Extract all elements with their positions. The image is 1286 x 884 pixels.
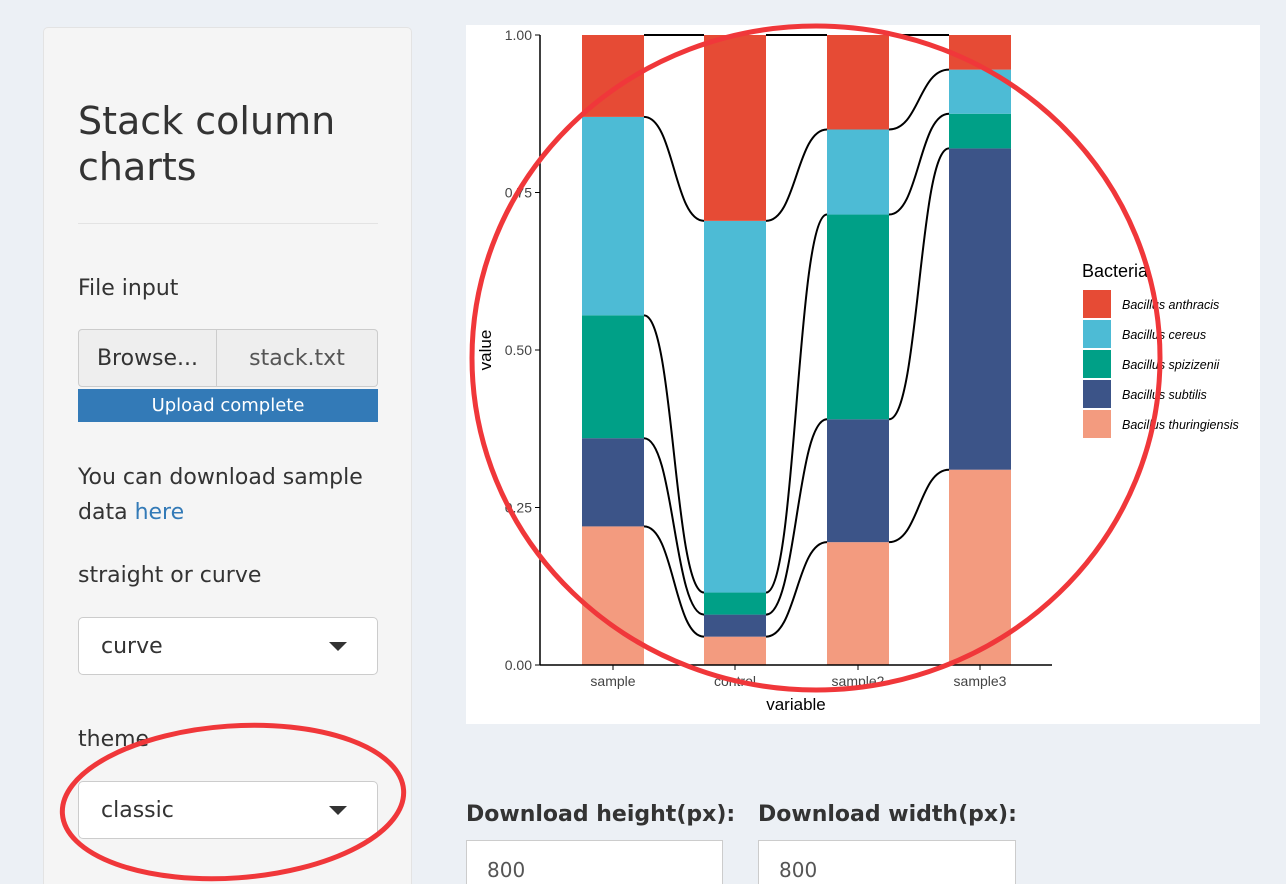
theme-select[interactable]: classic xyxy=(78,781,378,839)
file-name-field[interactable]: stack.txt xyxy=(217,329,378,387)
legend-label: Bacillus cereus xyxy=(1122,328,1206,342)
app-title: Stack column charts xyxy=(78,99,336,189)
theme-select-label: theme xyxy=(78,727,150,752)
divider xyxy=(78,223,378,224)
y-axis-title: value xyxy=(476,330,495,371)
download-height-label: Download height(px): xyxy=(466,802,736,827)
style-select[interactable]: curve xyxy=(78,617,378,675)
x-tick-label: sample xyxy=(590,673,635,689)
download-description: You can download sample data here xyxy=(78,460,378,530)
bar-segment xyxy=(582,438,644,527)
bar-segment xyxy=(827,129,889,215)
legend-label: Bacillus spizizenii xyxy=(1122,358,1220,372)
connector-curve xyxy=(888,468,950,544)
y-tick-label: 0.50 xyxy=(505,342,532,358)
connector-curve xyxy=(888,147,950,421)
bar-segment xyxy=(949,69,1011,114)
bar-segment xyxy=(582,116,644,316)
connector-curve xyxy=(765,418,828,616)
bar-segment xyxy=(949,113,1011,149)
legend-swatch xyxy=(1083,350,1111,378)
bar-segment xyxy=(827,214,889,420)
bar-segment xyxy=(704,220,766,593)
connector-curve xyxy=(643,437,705,616)
bar-segment xyxy=(582,35,644,117)
y-tick-label: 0.00 xyxy=(505,657,532,673)
file-input-label: File input xyxy=(78,276,179,301)
bar-segment xyxy=(704,592,766,615)
x-tick-label: sample3 xyxy=(954,673,1007,689)
bar-segment xyxy=(582,315,644,439)
bar-segment xyxy=(582,526,644,665)
legend-swatch xyxy=(1083,320,1111,348)
connector-curve xyxy=(643,115,705,222)
legend-swatch xyxy=(1083,410,1111,438)
style-select-value: curve xyxy=(101,633,163,659)
download-width-input[interactable]: 800 xyxy=(758,840,1016,884)
download-text: You can download sample data xyxy=(78,465,363,525)
download-height-input[interactable]: 800 xyxy=(466,840,723,884)
connector-curve xyxy=(888,112,950,216)
file-input: Browse... stack.txt xyxy=(78,329,378,387)
connector-curve xyxy=(765,213,828,594)
stacked-column-chart: 0.00 0.25 0.50 0.75 1.00 sample control sample2… xyxy=(476,27,1239,714)
bar-segment xyxy=(827,35,889,130)
bar-segment xyxy=(704,35,766,221)
bar-segment xyxy=(949,469,1011,665)
theme-select-value: classic xyxy=(101,797,174,823)
legend-label: Bacillus subtilis xyxy=(1122,388,1207,402)
download-sample-link[interactable]: here xyxy=(135,500,185,525)
legend-label: Bacillus anthracis xyxy=(1122,298,1219,312)
connector-curve xyxy=(765,128,828,222)
chevron-down-icon xyxy=(329,642,347,651)
bar-segment xyxy=(704,636,766,665)
legend-swatch xyxy=(1083,380,1111,408)
y-tick-label: 0.75 xyxy=(505,185,532,201)
chevron-down-icon xyxy=(329,806,347,815)
bar-segment xyxy=(949,148,1011,470)
bar-segment xyxy=(949,35,1011,70)
browse-button[interactable]: Browse... xyxy=(78,329,217,387)
legend-swatch xyxy=(1083,290,1111,318)
bar-segment xyxy=(704,614,766,637)
connector-curve xyxy=(765,541,828,638)
y-tick-label: 1.00 xyxy=(505,27,532,43)
connector-curve xyxy=(643,314,705,594)
style-select-label: straight or curve xyxy=(78,563,262,588)
legend-title: Bacteria xyxy=(1082,261,1149,281)
sidebar-panel: Stack column charts File input Browse...… xyxy=(43,27,412,884)
legend-label: Bacillus thuringiensis xyxy=(1122,418,1239,432)
x-tick-label: control xyxy=(714,673,756,689)
connector-curve xyxy=(888,68,950,131)
x-axis-title: variable xyxy=(766,695,826,714)
plot-panel: 0.00 0.25 0.50 0.75 1.00 sample control sample2… xyxy=(466,25,1260,724)
y-tick-label: 0.25 xyxy=(505,500,532,516)
download-width-label: Download width(px): xyxy=(758,802,1017,827)
x-tick-label: sample2 xyxy=(832,673,885,689)
bar-segment xyxy=(827,542,889,665)
upload-progress-bar: Upload complete xyxy=(78,389,378,422)
bar-segment xyxy=(827,419,889,543)
